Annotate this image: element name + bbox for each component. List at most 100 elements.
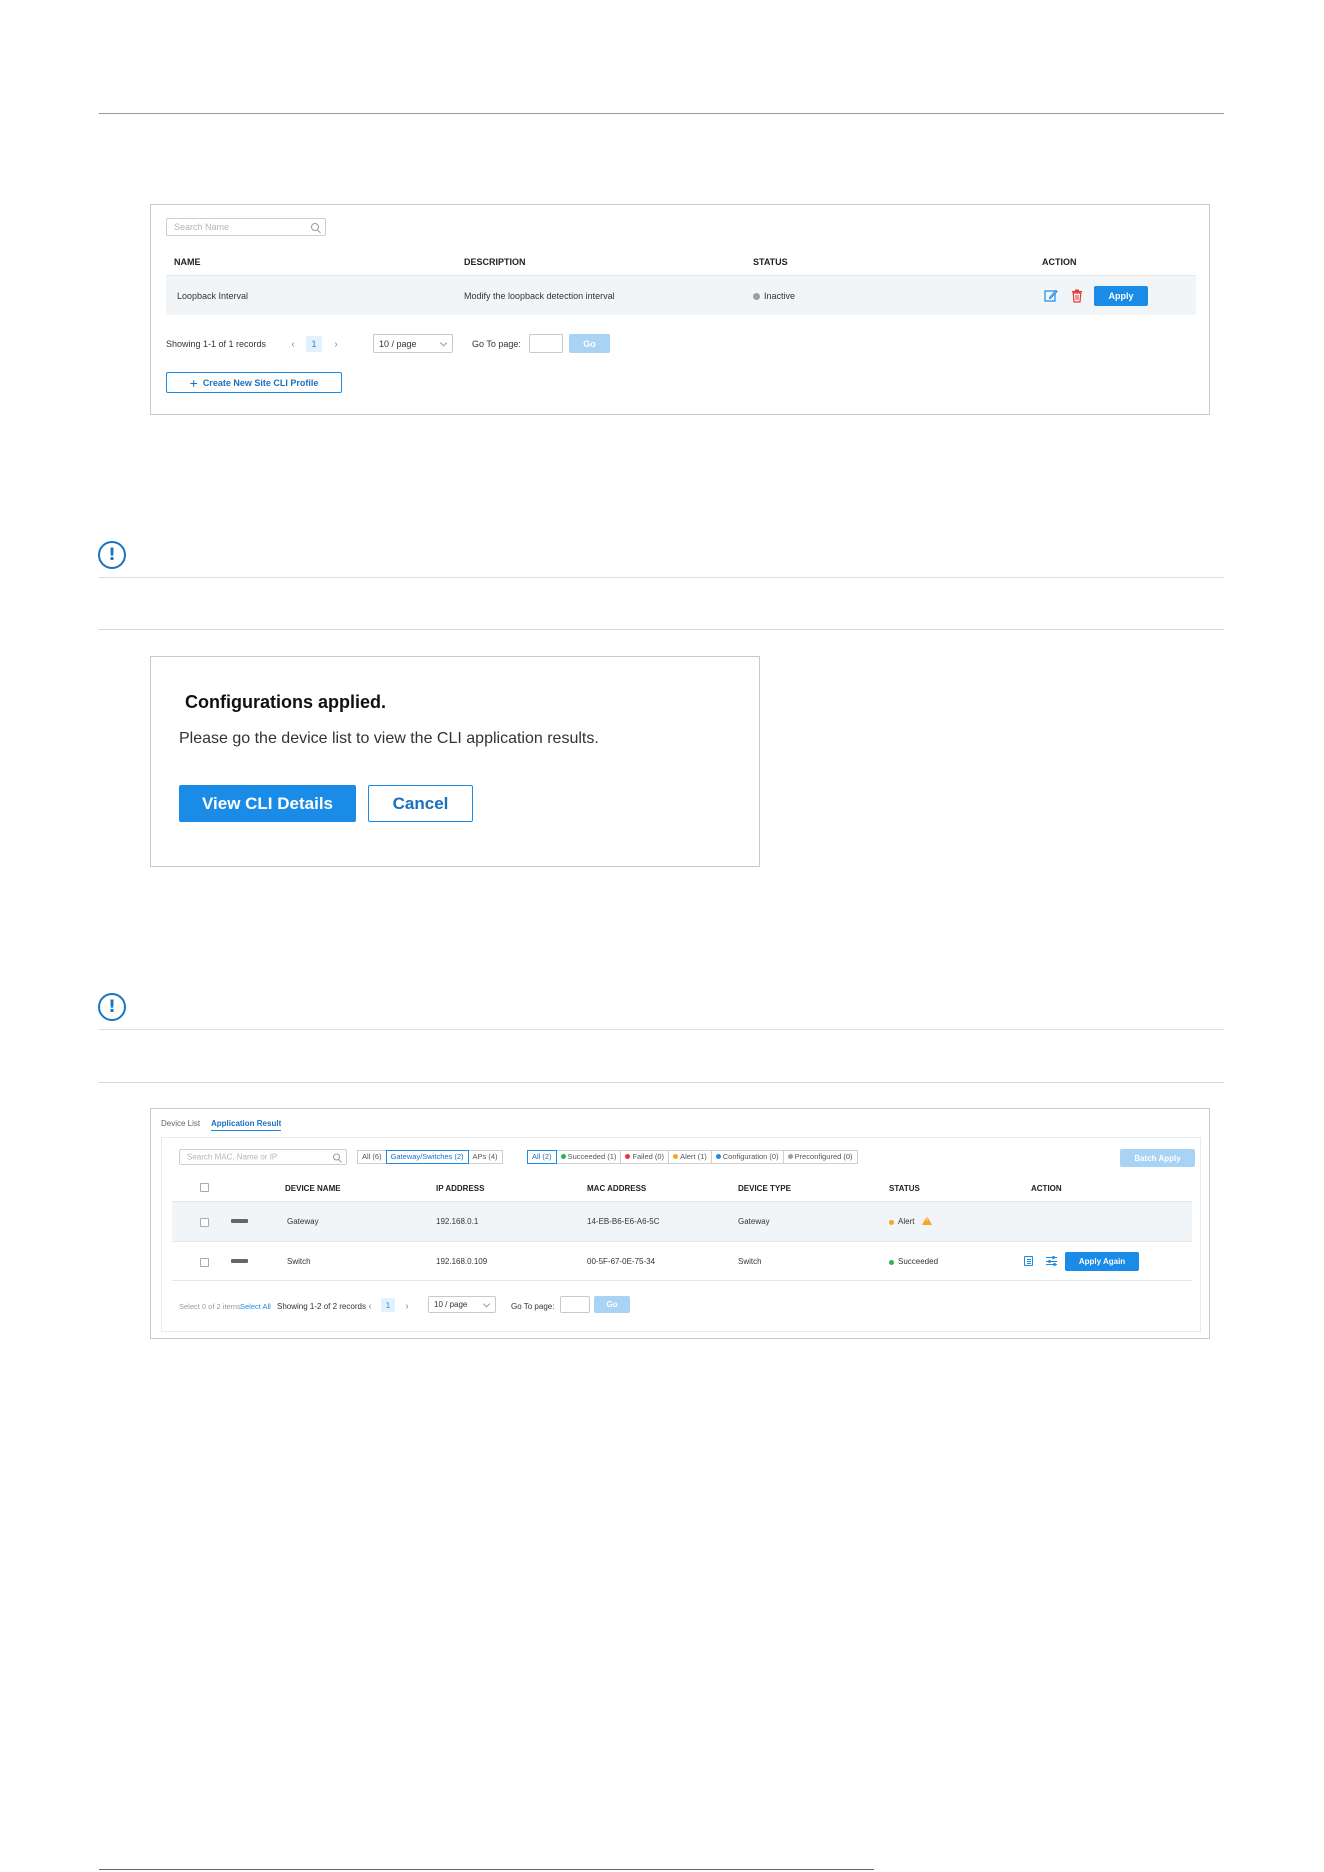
page-top-rule (99, 113, 1224, 114)
status-text: Succeeded (898, 1257, 939, 1266)
table-row: Switch 192.168.0.109 00-5F-67-0E-75-34 S… (172, 1241, 1192, 1281)
page-bottom-rule (99, 1869, 874, 1870)
tab-device-list[interactable]: Device List (161, 1119, 200, 1128)
table-row: Gateway 192.168.0.1 14-EB-B6-E6-A6-5C Ga… (172, 1201, 1192, 1241)
col-header-status: STATUS (753, 257, 788, 267)
failed-dot (625, 1154, 631, 1159)
chevron-down-icon (482, 1299, 491, 1308)
filter-succeeded[interactable]: Succeeded (1) (555, 1150, 622, 1164)
filter-all-devices[interactable]: All (6) (357, 1150, 387, 1164)
next-page-button[interactable]: › (329, 337, 343, 351)
col-header-action: ACTION (1031, 1184, 1062, 1193)
cli-profile-panel: Search Name NAME DESCRIPTION STATUS ACTI… (150, 204, 1210, 415)
prev-page-button[interactable]: ‹ (286, 337, 300, 351)
preconfigured-dot (787, 1154, 793, 1159)
filter-succeeded-label: Succeeded (1) (567, 1152, 617, 1161)
col-header-action: ACTION (1042, 257, 1077, 267)
page-number-1[interactable]: 1 (306, 336, 322, 352)
chevron-down-icon (439, 338, 448, 347)
device-mac: 14-EB-B6-E6-A6-5C (587, 1217, 660, 1226)
filter-gateway-switches[interactable]: Gateway/Switches (2) (385, 1150, 469, 1164)
device-type: Switch (738, 1257, 762, 1266)
table-row: Loopback Interval Modify the loopback de… (166, 275, 1196, 315)
col-header-device-type: DEVICE TYPE (738, 1184, 791, 1193)
alert-dot (673, 1154, 679, 1159)
succeeded-dot (560, 1154, 566, 1159)
search-icon (333, 1153, 340, 1161)
section-divider (99, 1082, 1224, 1083)
alert-dot (889, 1220, 894, 1225)
go-button[interactable]: Go (569, 334, 610, 353)
select-all-checkbox[interactable] (200, 1183, 209, 1192)
device-name: Switch (287, 1257, 311, 1266)
goto-page-input[interactable] (529, 334, 563, 353)
profile-search-input[interactable]: Search Name (166, 218, 326, 236)
filter-configuration[interactable]: Configuration (0) (710, 1150, 784, 1164)
profile-description: Modify the loopback detection interval (464, 291, 615, 301)
note-divider (99, 577, 1224, 578)
create-profile-button[interactable]: + Create New Site CLI Profile (166, 372, 342, 393)
status-badge: Succeeded (889, 1257, 938, 1266)
search-placeholder: Search MAC, Name or IP (187, 1152, 278, 1162)
filter-all-status[interactable]: All (2) (527, 1150, 557, 1164)
col-header-status: STATUS (889, 1184, 920, 1193)
view-cli-details-button[interactable]: View CLI Details (179, 785, 356, 822)
configuration-dot (715, 1154, 721, 1159)
col-header-description: DESCRIPTION (464, 257, 526, 267)
go-button[interactable]: Go (594, 1296, 630, 1313)
row-checkbox[interactable] (200, 1218, 209, 1227)
search-icon (311, 223, 319, 231)
tab-application-result[interactable]: Application Result (211, 1119, 282, 1131)
prev-page-button[interactable]: ‹ (363, 1299, 377, 1313)
section-divider (99, 629, 1224, 630)
switch-device-image (231, 1259, 248, 1263)
goto-label: Go To page: (511, 1302, 555, 1311)
col-header-name: NAME (174, 257, 201, 267)
filter-configuration-label: Configuration (0) (722, 1152, 779, 1161)
apply-again-button[interactable]: Apply Again (1065, 1252, 1139, 1271)
per-page-select[interactable]: 10 / page (373, 334, 453, 353)
succeeded-dot (889, 1260, 894, 1265)
filter-failed[interactable]: Failed (0) (620, 1150, 670, 1164)
pager-summary: Showing 1-2 of 2 records (277, 1302, 366, 1311)
status-badge: Inactive (753, 291, 795, 301)
filter-failed-label: Failed (0) (632, 1152, 665, 1161)
row-checkbox[interactable] (200, 1258, 209, 1267)
per-page-select[interactable]: 10 / page (428, 1296, 496, 1313)
inactive-dot (753, 293, 760, 300)
cancel-button[interactable]: Cancel (368, 785, 473, 822)
details-icon[interactable] (1024, 1256, 1033, 1266)
info-icon: ! (98, 541, 126, 569)
info-icon: ! (98, 993, 126, 1021)
status-badge: Alert (889, 1216, 933, 1226)
delete-icon[interactable] (1071, 289, 1083, 303)
gateway-device-image (231, 1219, 248, 1223)
selection-count: Select 0 of 2 items (179, 1302, 241, 1311)
next-page-button[interactable]: › (400, 1299, 414, 1313)
col-header-device-name: DEVICE NAME (285, 1184, 341, 1193)
status-filters: All (2) Succeeded (1) Failed (0) Alert (… (527, 1150, 858, 1164)
search-placeholder: Search Name (174, 222, 230, 232)
dialog-message: Please go the device list to view the CL… (179, 730, 599, 747)
warning-icon[interactable] (922, 1216, 933, 1225)
device-type-filters: All (6) Gateway/Switches (2) APs (4) (357, 1150, 503, 1164)
device-ip: 192.168.0.109 (436, 1257, 488, 1266)
create-profile-label: Create New Site CLI Profile (202, 377, 319, 388)
device-search-input[interactable]: Search MAC, Name or IP (179, 1149, 347, 1165)
settings-icon[interactable] (1046, 1256, 1057, 1266)
col-header-mac-address: MAC ADDRESS (587, 1184, 647, 1193)
device-name: Gateway (287, 1217, 319, 1226)
select-all-link[interactable]: Select All (240, 1302, 271, 1311)
goto-page-input[interactable] (560, 1296, 590, 1313)
apply-button[interactable]: Apply (1094, 286, 1148, 306)
filter-alert-label: Alert (1) (680, 1152, 707, 1161)
edit-icon[interactable] (1044, 289, 1058, 303)
pager-summary: Showing 1-1 of 1 records (166, 339, 267, 349)
filter-alert[interactable]: Alert (1) (668, 1150, 712, 1164)
status-text: Alert (898, 1217, 915, 1226)
filter-preconfigured[interactable]: Preconfigured (0) (782, 1150, 858, 1164)
batch-apply-button[interactable]: Batch Apply (1120, 1149, 1195, 1167)
filter-aps[interactable]: APs (4) (467, 1150, 503, 1164)
page-number-1[interactable]: 1 (381, 1298, 395, 1312)
note-divider (99, 1029, 1224, 1030)
